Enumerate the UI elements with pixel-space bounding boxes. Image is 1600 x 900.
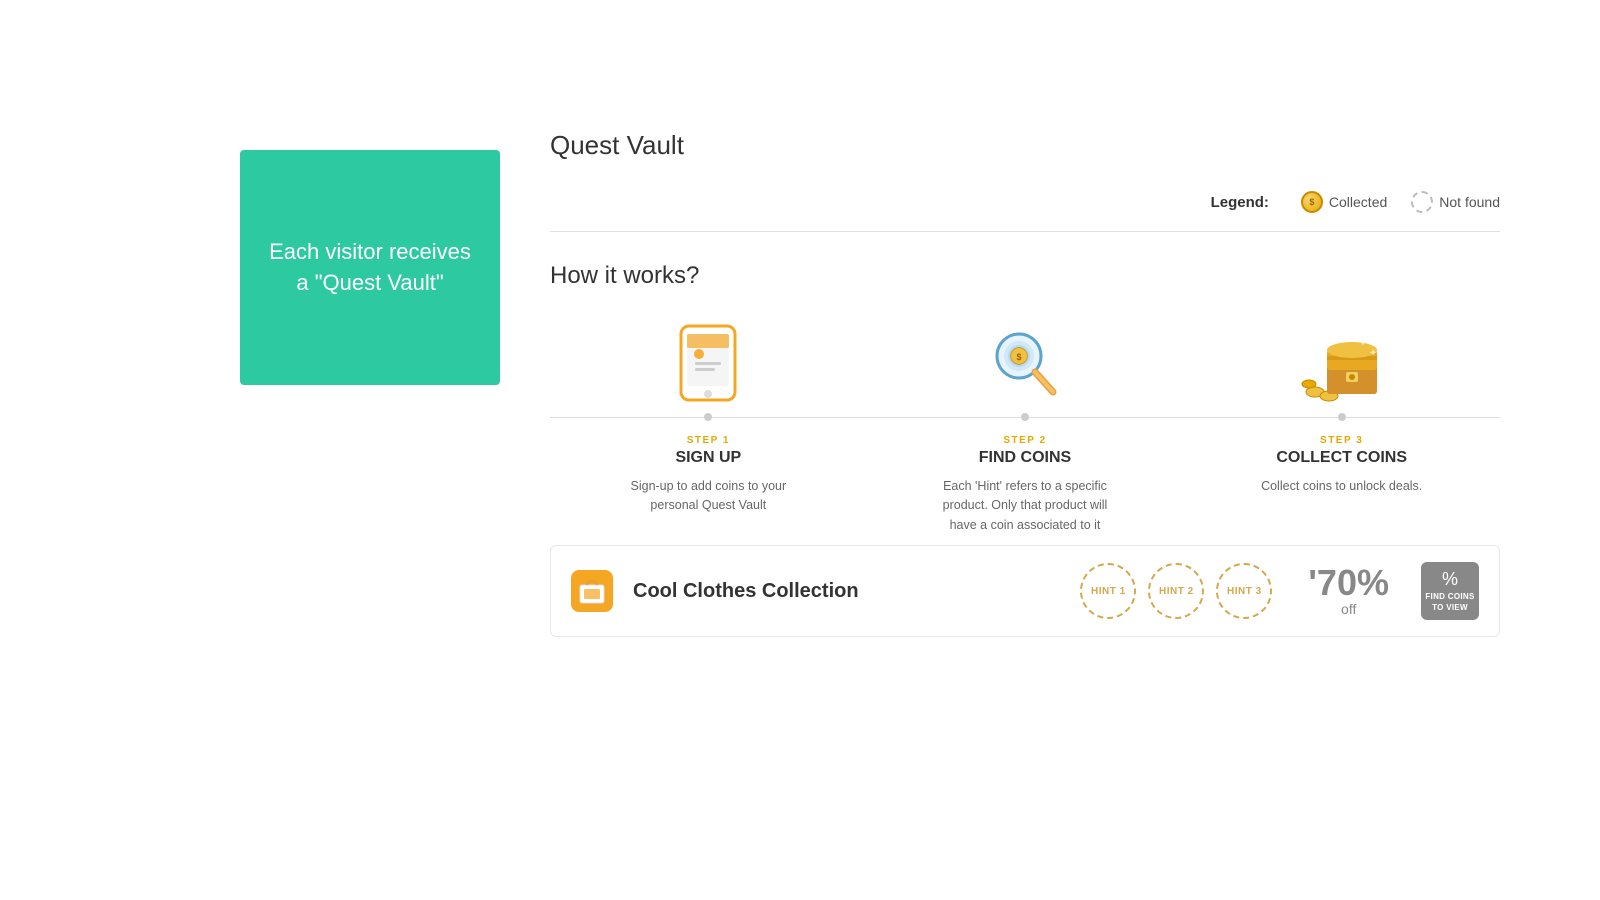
step-2-icon-area: $ [985, 320, 1065, 405]
step-1-description: Sign-up to add coins to your personal Qu… [613, 477, 803, 516]
step-1-number: STEP 1 [687, 435, 730, 446]
step-3-line [1183, 413, 1500, 421]
step-3-title: COLLECT COINS [1276, 449, 1407, 467]
how-it-works-title: How it works? [550, 262, 1500, 290]
not-found-label: Not found [1439, 194, 1500, 210]
step-2-line [867, 413, 1184, 421]
chest-icon: ✦ ✦ [1299, 324, 1384, 402]
hint-badge-1[interactable]: HINT 1 [1080, 563, 1136, 619]
step-3-icon-area: ✦ ✦ [1299, 320, 1384, 405]
step-1-title: SIGN UP [675, 449, 741, 467]
hint-badge-2[interactable]: HINT 2 [1148, 563, 1204, 619]
step-1-icon-area [677, 320, 739, 405]
legend-bar: Legend: $ Collected Not found [550, 191, 1500, 232]
svg-text:$: $ [1016, 352, 1021, 362]
page-title: Quest Vault [550, 130, 1500, 161]
step-3: ✦ ✦ STEP 3 COLLECT COINS Collect coins t… [1183, 320, 1500, 496]
product-bag-icon [578, 577, 606, 605]
svg-text:✦: ✦ [1357, 333, 1369, 349]
step-2-number: STEP 2 [1003, 435, 1046, 446]
step-2-title: FIND COINS [979, 449, 1071, 467]
main-content: Quest Vault Legend: $ Collected Not foun… [500, 130, 1600, 637]
left-promo-panel: Each visitor receives a "Quest Vault" [240, 150, 500, 385]
find-coins-label: FIND COINSTO VIEW [1425, 592, 1474, 613]
step-2: $ STEP 2 FIND COINS Each 'Hint' refers t… [867, 320, 1184, 535]
hint-badges-container: HINT 1 HINT 2 HINT 3 [1080, 563, 1272, 619]
step-3-description: Collect coins to unlock deals. [1261, 477, 1422, 496]
deal-row[interactable]: Cool Clothes Collection HINT 1 HINT 2 HI… [550, 545, 1500, 637]
legend-collected: $ Collected [1301, 191, 1387, 213]
legend-not-found: Not found [1411, 191, 1500, 213]
step-2-description: Each 'Hint' refers to a specific product… [930, 477, 1120, 535]
step-1: STEP 1 SIGN UP Sign-up to add coins to y… [550, 320, 867, 516]
hint-badge-3[interactable]: HINT 3 [1216, 563, 1272, 619]
deal-discount: '70% off [1308, 565, 1389, 617]
left-panel-text: Each visitor receives a "Quest Vault" [260, 237, 480, 299]
svg-text:✦: ✦ [1369, 348, 1377, 359]
steps-container: STEP 1 SIGN UP Sign-up to add coins to y… [550, 320, 1500, 535]
collected-coin-icon: $ [1301, 191, 1323, 213]
phone-icon [677, 324, 739, 402]
magnifier-icon: $ [985, 324, 1065, 402]
legend-label: Legend: [1211, 194, 1269, 211]
deal-product-icon [571, 570, 613, 612]
collected-label: Collected [1329, 194, 1387, 210]
step-3-number: STEP 3 [1320, 435, 1363, 446]
step-1-line [550, 413, 867, 421]
find-coins-box[interactable]: % FIND COINSTO VIEW [1421, 562, 1479, 620]
discount-value: '70% [1308, 565, 1389, 601]
percent-icon: % [1442, 569, 1458, 590]
discount-off-label: off [1341, 601, 1356, 617]
not-found-coin-icon [1411, 191, 1433, 213]
deal-name: Cool Clothes Collection [633, 580, 1060, 603]
